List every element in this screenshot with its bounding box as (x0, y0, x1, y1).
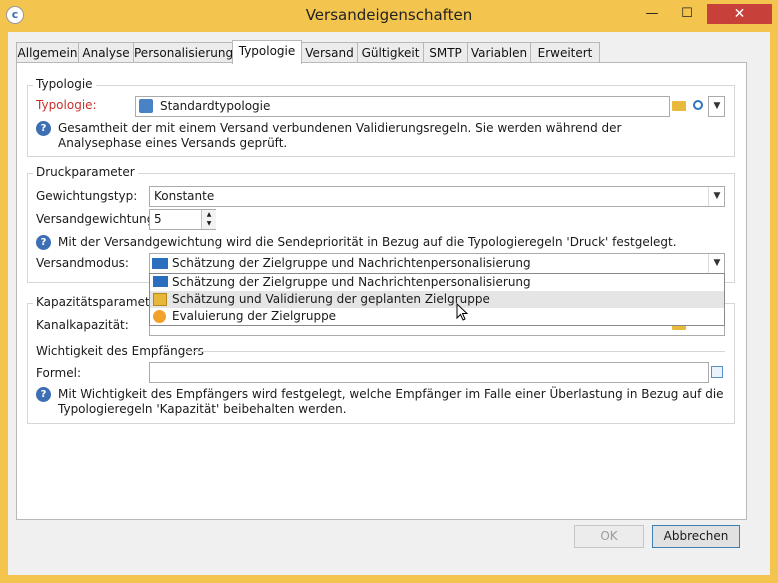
help-icon: ? (36, 121, 51, 136)
dropdown-option[interactable]: Evaluierung der Zielgruppe (150, 308, 724, 325)
versandmodus-label: Versandmodus: (36, 256, 129, 270)
envelope-icon (153, 276, 168, 287)
wichtigkeit-help-text: Mit Wichtigkeit des Empfängers wird fest… (58, 387, 724, 416)
gewichtungstyp-label: Gewichtungstyp: (36, 189, 138, 203)
envelope-icon (152, 258, 168, 269)
maximize-button[interactable]: ☐ (670, 4, 704, 24)
formel-field[interactable] (149, 362, 709, 383)
tab-gueltigkeit[interactable]: Gültigkeit (357, 42, 424, 62)
window-frame-right (770, 32, 778, 583)
divider (185, 351, 725, 352)
kanalkapazitaet-label: Kanalkapazität: (36, 318, 129, 332)
tab-smtp[interactable]: SMTP (423, 42, 468, 62)
typologie-help-text: Gesamtheit der mit einem Versand verbund… (58, 121, 622, 150)
option-label: Evaluierung der Zielgruppe (172, 309, 337, 323)
versandgewichtung-label: Versandgewichtung: (36, 212, 159, 226)
dropdown-option[interactable]: Schätzung der Zielgruppe und Nachrichten… (150, 274, 724, 291)
window-frame-bottom (0, 575, 778, 583)
dropdown-option[interactable]: Schätzung und Validierung der geplanten … (150, 291, 724, 308)
versandgewichtung-help-text: Mit der Versandgewichtung wird die Sende… (58, 235, 677, 249)
mouse-cursor-icon (456, 303, 469, 321)
tab-allgemein[interactable]: Allgemein (16, 42, 79, 62)
typology-icon (139, 99, 153, 113)
tab-analyse[interactable]: Analyse (78, 42, 134, 62)
tab-variablen[interactable]: Variablen (467, 42, 531, 62)
chevron-down-icon: ▼ (713, 101, 721, 111)
stepper-down-button[interactable]: ▼ (201, 219, 216, 229)
help-icon: ? (36, 387, 51, 402)
typologie-label: Typologie: (36, 98, 97, 112)
typologie-dropdown[interactable]: ▼ (708, 96, 725, 117)
minimize-button[interactable]: — (635, 4, 669, 24)
close-button[interactable]: ✕ (707, 4, 772, 24)
chevron-down-icon[interactable]: ▼ (708, 187, 725, 206)
chevron-down-icon[interactable]: ▼ (708, 254, 725, 273)
versandmodus-select[interactable]: Schätzung der Zielgruppe und Nachrichten… (149, 253, 725, 274)
calendar-icon (153, 293, 167, 306)
tab-typologie[interactable]: Typologie (232, 40, 302, 64)
tab-personalisierung[interactable]: Personalisierung (133, 42, 233, 62)
option-label: Schätzung der Zielgruppe und Nachrichten… (172, 275, 531, 289)
play-icon (153, 310, 166, 323)
typologie-field[interactable]: Standardtypologie (135, 96, 670, 117)
gewichtungstyp-select[interactable]: Konstante (149, 186, 725, 207)
wichtigkeit-title: Wichtigkeit des Empfängers (36, 344, 204, 358)
folder-icon[interactable] (672, 101, 686, 111)
cancel-button[interactable]: Abbrechen (652, 525, 740, 548)
versandmodus-dropdown-list[interactable]: Schätzung der Zielgruppe und Nachrichten… (149, 273, 725, 326)
kapazitaet-group-title: Kapazitätsparameter (33, 295, 165, 309)
window-frame-left (0, 32, 8, 583)
formel-label: Formel: (36, 366, 81, 380)
help-icon: ? (36, 235, 51, 250)
tab-versand[interactable]: Versand (301, 42, 358, 62)
tab-erweitert[interactable]: Erweitert (530, 42, 600, 62)
gewichtungstyp-value: Konstante (154, 189, 215, 203)
search-icon[interactable] (693, 100, 703, 110)
option-label: Schätzung und Validierung der geplanten … (172, 292, 490, 306)
edit-expression-icon[interactable] (711, 366, 723, 378)
ok-button[interactable]: OK (574, 525, 644, 548)
typologie-group-title: Typologie (33, 77, 96, 91)
druckparameter-group-title: Druckparameter (33, 165, 138, 179)
